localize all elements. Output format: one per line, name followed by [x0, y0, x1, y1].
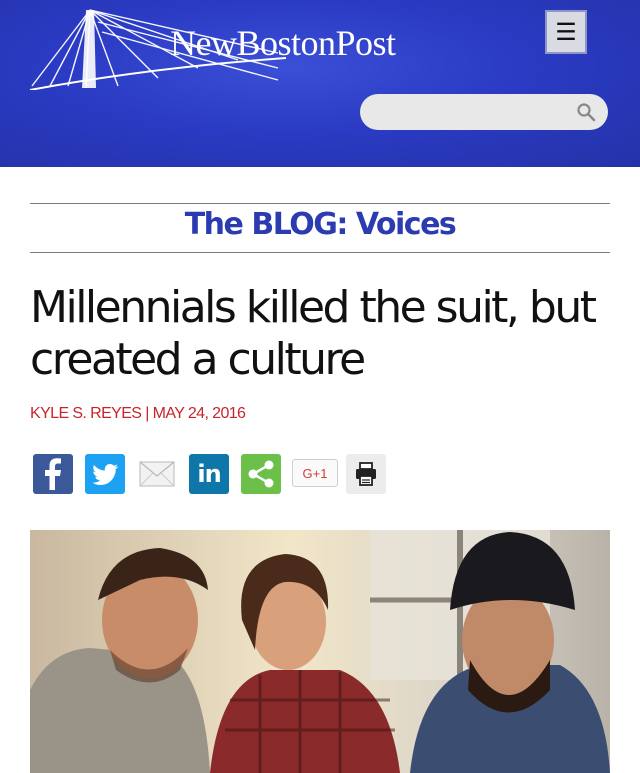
- search-box[interactable]: [360, 94, 608, 130]
- facebook-icon: [45, 458, 61, 490]
- site-header: NewBostonPost ☰: [0, 0, 640, 167]
- facebook-share-button[interactable]: [33, 454, 73, 494]
- google-plus-icon: G+1: [302, 465, 328, 481]
- twitter-icon: [92, 464, 119, 485]
- twitter-share-button[interactable]: [85, 454, 125, 494]
- article-photo[interactable]: [30, 530, 610, 773]
- menu-button[interactable]: ☰: [545, 10, 587, 54]
- site-name[interactable]: NewBostonPost: [170, 22, 396, 64]
- print-button[interactable]: [346, 454, 386, 494]
- generic-share-button[interactable]: [241, 454, 281, 494]
- article-headline: Millennials killed the suit, but created…: [30, 282, 597, 385]
- share-icon: [248, 460, 274, 488]
- hamburger-menu-icon: ☰: [555, 18, 577, 46]
- photo-illustration: [30, 530, 610, 773]
- section-bottom-divider: [30, 252, 610, 253]
- linkedin-share-button[interactable]: in: [189, 454, 229, 494]
- search-icon[interactable]: [576, 102, 596, 122]
- email-share-button[interactable]: [137, 454, 177, 494]
- article-byline[interactable]: KYLE S. REYES | MAY 24, 2016: [30, 405, 246, 423]
- linkedin-icon: in: [197, 460, 221, 488]
- google-plus-button[interactable]: G+1: [292, 459, 338, 487]
- search-input[interactable]: [374, 100, 568, 126]
- section-title[interactable]: The BLOG: Voices: [0, 207, 640, 242]
- section-top-divider: [30, 203, 610, 204]
- email-icon: [139, 461, 175, 487]
- print-icon: [356, 462, 376, 486]
